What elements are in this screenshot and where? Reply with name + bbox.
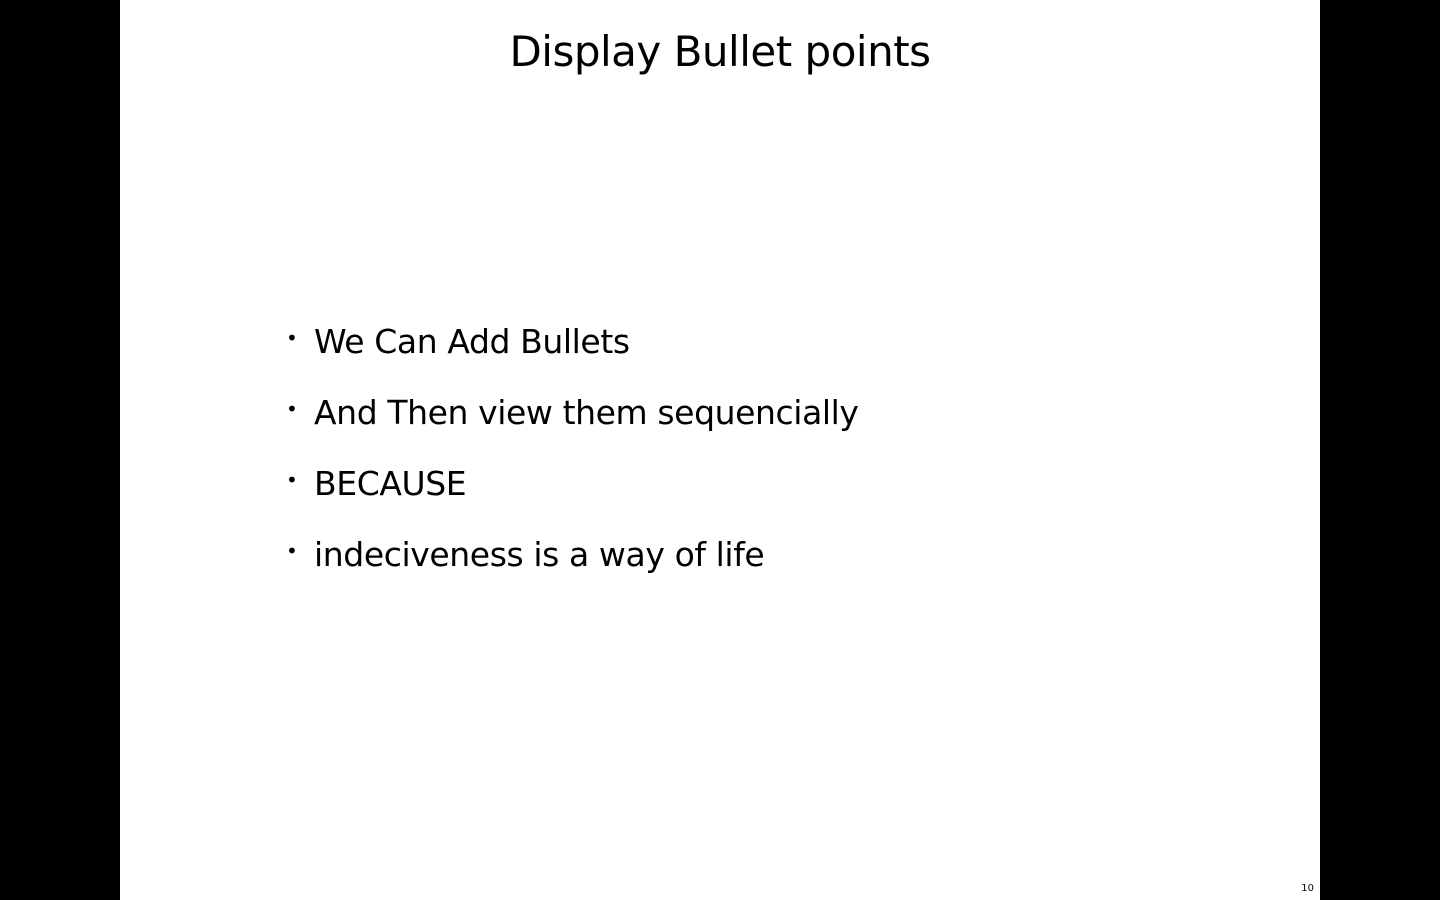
bullet-icon: • <box>286 468 298 492</box>
presentation-stage: Display Bullet points • We Can Add Bulle… <box>0 0 1440 900</box>
slide-title: Display Bullet points <box>509 27 931 76</box>
bullet-text: BECAUSE <box>314 464 467 503</box>
bullet-icon: • <box>286 326 298 350</box>
bullet-icon: • <box>286 539 298 563</box>
bullet-item-2: • And Then view them sequencially <box>286 391 859 462</box>
bullet-text: indeciveness is a way of life <box>314 535 765 574</box>
bullet-text: We Can Add Bullets <box>314 322 630 361</box>
bullet-item-1: • We Can Add Bullets <box>286 320 859 391</box>
slide: Display Bullet points • We Can Add Bulle… <box>120 0 1320 900</box>
bullet-list: • We Can Add Bullets • And Then view the… <box>286 320 859 604</box>
bullet-item-4: • indeciveness is a way of life <box>286 533 859 604</box>
bullet-text: And Then view them sequencially <box>314 393 859 432</box>
bullet-icon: • <box>286 397 298 421</box>
slide-number: 10 <box>1301 883 1314 894</box>
bullet-item-3: • BECAUSE <box>286 462 859 533</box>
